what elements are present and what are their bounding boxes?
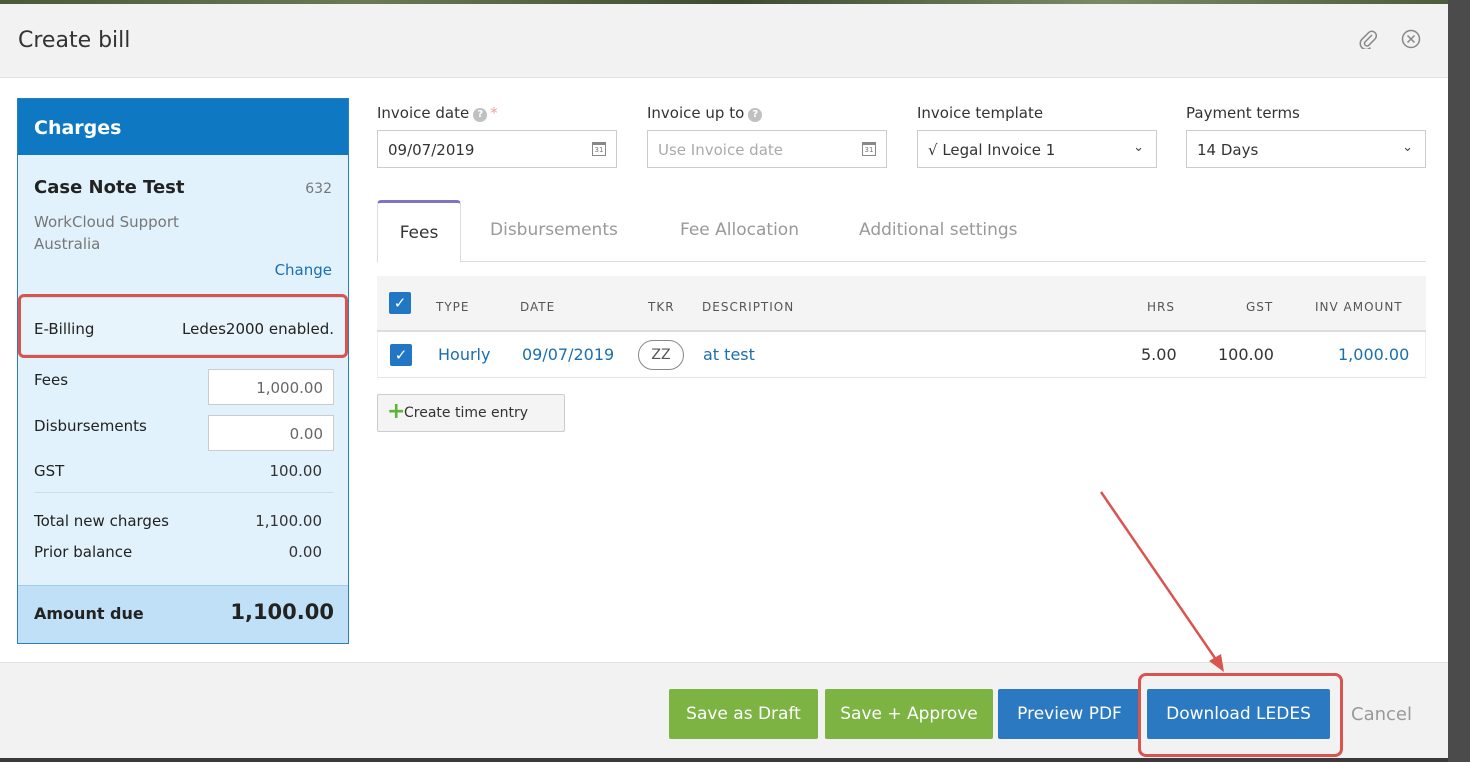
gst-label: GST [34,462,65,480]
save-approve-button[interactable]: Save + Approve [825,689,993,739]
bill-tabs: Fees Disbursements Fee Allocation Additi… [377,200,1426,263]
payment-terms-select[interactable]: 14 Days ⌄ [1186,130,1426,168]
invoice-template-select[interactable]: √ Legal Invoice 1 ⌄ [917,130,1157,168]
fees-input[interactable]: 1,000.00 [208,369,334,405]
invoice-date-label: Invoice date? * [377,104,498,122]
required-marker: * [490,104,498,122]
total-new-charges-value: 1,100.00 [255,512,322,530]
modal-title: Create bill [18,28,131,53]
help-icon[interactable]: ? [748,108,763,122]
total-new-charges-label: Total new charges [34,512,169,530]
close-icon[interactable] [1400,28,1422,50]
tab-fees[interactable]: Fees [377,200,461,263]
modal-header: Create bill [0,4,1448,78]
prior-balance-label: Prior balance [34,543,133,561]
modal-footer: Save as Draft Save + Approve Preview PDF… [0,662,1448,758]
row-checkbox[interactable]: ✓ [390,344,412,366]
create-bill-modal: Create bill Charges Case Note Test 632 W… [0,4,1448,758]
col-inv-amount: INV AMOUNT [1315,300,1403,314]
invoice-date-field[interactable]: 09/07/2019 31 [377,130,617,168]
paperclip-icon[interactable] [1357,28,1379,50]
case-number: 632 [305,181,332,197]
save-as-draft-button[interactable]: Save as Draft [669,689,818,739]
col-tkr: TKR [648,300,675,314]
calendar-icon[interactable]: 31 [862,142,876,156]
gst-value: 100.00 [269,462,323,480]
charges-divider [34,492,334,493]
amount-due-value: 1,100.00 [230,600,334,624]
payment-terms-label: Payment terms [1186,104,1300,122]
ebilling-highlight-annotation [18,294,348,358]
prior-balance-value: 0.00 [288,543,322,561]
charges-panel: Charges Case Note Test 632 WorkCloud Sup… [17,98,349,644]
disbursements-label: Disbursements [34,417,147,435]
col-gst: GST [1246,300,1274,314]
row-amount[interactable]: 1,000.00 [1338,345,1409,364]
table-header: ✓ TYPE DATE TKR DESCRIPTION HRS GST INV … [377,276,1426,332]
chevron-down-icon: ⌄ [1402,140,1413,155]
amount-due-row: Amount due 1,100.00 [18,585,348,643]
fees-label: Fees [34,371,69,389]
invoice-upto-label: Invoice up to? [647,104,763,122]
tab-fee-allocation[interactable]: Fee Allocation [680,200,799,262]
change-link[interactable]: Change [275,261,332,279]
case-name: Case Note Test [34,177,185,198]
create-time-entry-button[interactable]: + Create time entry [377,394,565,432]
amount-due-label: Amount due [34,604,144,623]
row-hrs: 5.00 [1141,345,1177,364]
fees-table: ✓ TYPE DATE TKR DESCRIPTION HRS GST INV … [377,276,1426,378]
client-name: WorkCloud Support Australia [34,213,179,253]
table-row[interactable]: ✓ Hourly 09/07/2019 ZZ at test 5.00 100.… [377,332,1426,378]
invoice-template-label: Invoice template [917,104,1044,122]
col-hrs: HRS [1147,300,1175,314]
preview-pdf-button[interactable]: Preview PDF [998,689,1141,739]
chevron-down-icon: ⌄ [1133,140,1144,155]
plus-icon: + [387,399,406,424]
disbursements-input[interactable]: 0.00 [208,415,334,451]
cancel-link[interactable]: Cancel [1351,704,1412,725]
charges-heading: Charges [18,99,348,155]
col-description: DESCRIPTION [702,300,795,314]
row-date[interactable]: 09/07/2019 [522,345,614,364]
row-tkr: ZZ [638,340,684,370]
tab-disbursements[interactable]: Disbursements [490,200,618,262]
help-icon[interactable]: ? [473,108,488,122]
calendar-icon[interactable]: 31 [592,142,606,156]
invoice-upto-field[interactable]: Use Invoice date 31 [647,130,887,168]
row-gst: 100.00 [1218,345,1274,364]
col-date: DATE [520,300,556,314]
col-type: TYPE [436,300,470,314]
tab-additional-settings[interactable]: Additional settings [859,200,1018,262]
background-scroll-area [1448,0,1470,762]
row-type[interactable]: Hourly [438,345,490,364]
select-all-checkbox[interactable]: ✓ [389,292,411,314]
row-description[interactable]: at test [703,345,755,364]
download-highlight-annotation [1138,673,1343,757]
